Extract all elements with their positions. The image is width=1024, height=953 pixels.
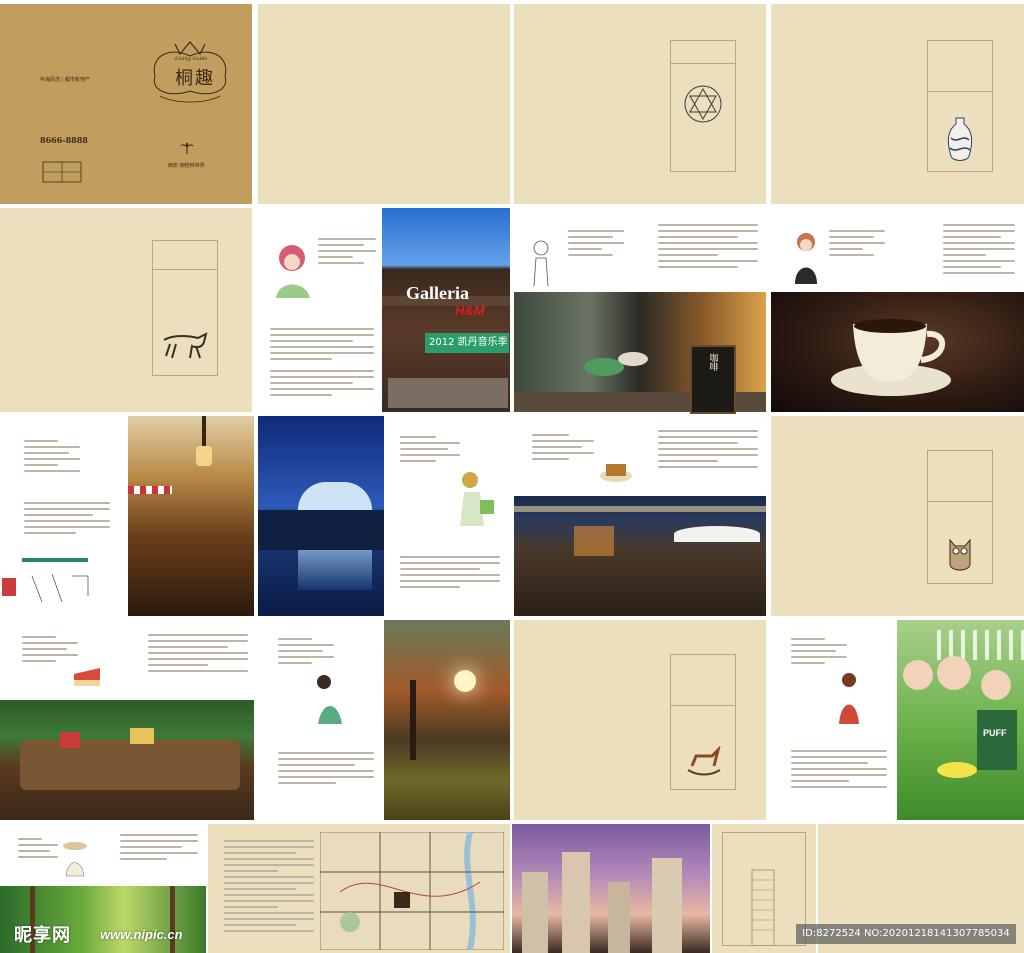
star-of-david-icon: [684, 85, 722, 123]
terrace-night-photo: [514, 496, 766, 616]
emblem-page: [514, 4, 766, 204]
music-banner: 2012 凯丹音乐季: [425, 333, 509, 353]
cover-page: 桐趣 Living Guide 中海风范 | 都市新地产 8666-8888 西…: [0, 4, 252, 204]
tower-sketch-icon: [751, 869, 775, 946]
forest-text-page: [0, 824, 206, 886]
palm-icon: [180, 142, 194, 154]
chalkboard-text: 咖啡: [707, 353, 718, 371]
text-block: [318, 238, 376, 268]
brochure-spread-sheet: 桐趣 Living Guide 中海风范 | 都市新地产 8666-8888 西…: [0, 0, 1024, 953]
terrace-text-page: [514, 416, 766, 496]
mall-text-page: [258, 208, 382, 412]
hat-figure-illustration: [63, 842, 87, 877]
vase-icon: [947, 117, 973, 161]
text-block: [943, 224, 1015, 278]
location-map-mini: [42, 161, 82, 183]
cover-tagline: 中海风范 | 都市新地产: [40, 77, 90, 83]
children-photo: PUFF: [897, 620, 1024, 820]
text-block: [829, 230, 885, 260]
restaurant-text-page: [0, 416, 128, 616]
woman-with-bag-illustration: [460, 472, 494, 526]
curly-hair-woman-illustration: [795, 233, 817, 284]
cake-slice-illustration: [74, 668, 100, 686]
restaurant-interior-photo: [128, 416, 254, 616]
text-block: [278, 752, 374, 788]
text-block: [658, 430, 758, 472]
night-building-photo: [258, 416, 384, 616]
blank-page-1: [258, 4, 510, 204]
street-sketch-illustration: [2, 558, 89, 603]
text-block: [568, 230, 624, 260]
text-block: [658, 224, 758, 272]
coffee-cup-photo: [771, 292, 1024, 412]
mall-photo: [382, 208, 510, 412]
rocking-horse-page: [514, 620, 766, 820]
owl-icon: [949, 538, 971, 571]
store-logo: H&M: [455, 303, 485, 318]
text-block: [278, 638, 334, 668]
shirt-text: PUFF: [983, 728, 1007, 738]
mall-sign: Galleria: [406, 283, 469, 303]
directory-list: [224, 840, 314, 936]
vase-page: [771, 4, 1024, 204]
cover-script-title: Living Guide: [175, 56, 208, 62]
directory-map-page: [208, 824, 510, 953]
watermark-site-name: 昵享网: [14, 925, 71, 946]
horse-icon: [163, 332, 208, 359]
text-block: [148, 634, 248, 676]
dancer-illustration: [317, 675, 342, 724]
street-text-page: [514, 208, 766, 292]
text-block: [532, 434, 594, 464]
cover-brand: 西安 御桂林世界: [168, 163, 205, 169]
watermark-url: www.nipic.cn: [100, 927, 183, 942]
kids-text-page: [771, 620, 897, 820]
watermark-id: ID:8272524 NO:20201218141307785034: [796, 924, 1016, 944]
rattan-sofa-photo: [0, 700, 254, 820]
text-block: [400, 436, 460, 466]
autumn-park-photo: [384, 620, 510, 820]
cover-title: 桐趣: [175, 68, 215, 89]
text-block: [18, 838, 58, 862]
location-map: [320, 832, 504, 950]
mother-illustration: [839, 673, 859, 724]
cover-phone: 8666-8888: [40, 135, 88, 145]
girl-drinking-illustration: [533, 240, 549, 287]
text-block: [120, 834, 198, 864]
coffee-cup-icon: [831, 319, 951, 396]
chalkboard-sign: 咖啡: [690, 345, 736, 414]
text-block: [24, 440, 80, 476]
text-block: [791, 638, 847, 668]
coffee-text-page: [771, 208, 1024, 292]
cake-cup-illustration: [600, 464, 632, 482]
woman-illustration: [276, 245, 310, 298]
park-text-page: [258, 620, 384, 820]
text-block: [270, 328, 374, 400]
text-block: [400, 556, 500, 592]
towers-photo: [512, 824, 710, 953]
text-block: [24, 502, 110, 538]
horse-page: [0, 208, 252, 412]
owl-page: [771, 416, 1024, 616]
patio-text-page: [0, 620, 254, 700]
text-block: [22, 636, 78, 666]
text-block: [791, 750, 887, 792]
night-text-page: [384, 416, 510, 616]
rocking-horse-icon: [687, 746, 721, 776]
